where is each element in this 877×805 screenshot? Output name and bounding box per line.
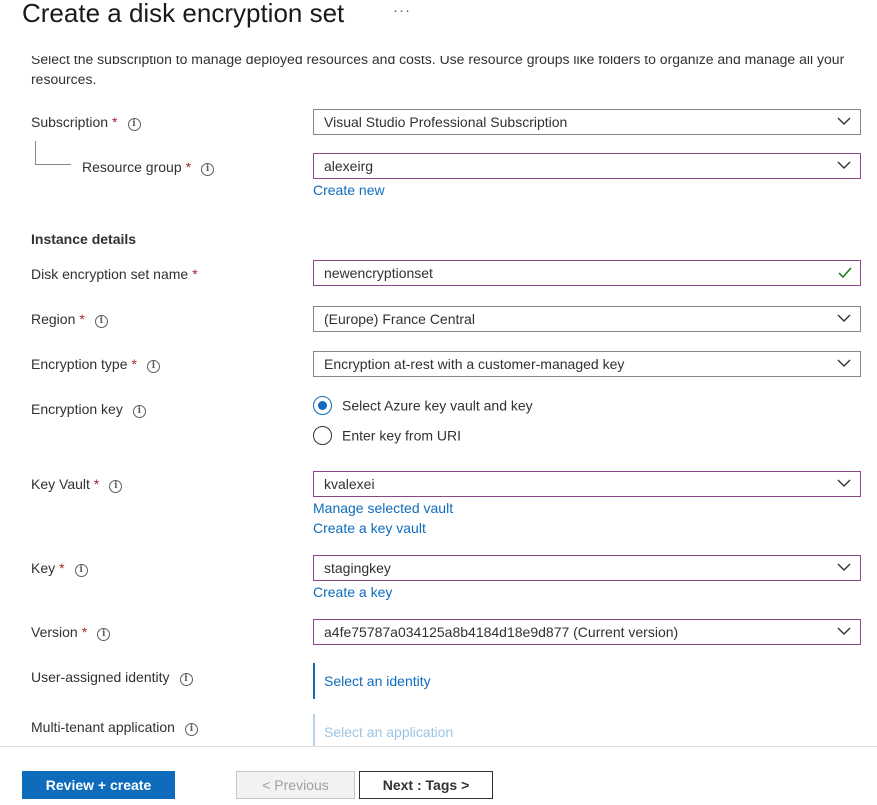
resource-group-value: alexeirg (324, 158, 374, 174)
version-value: a4fe75787a034125a8b4184d18e9d877 (Curren… (324, 624, 679, 640)
resource-group-dropdown[interactable]: alexeirg (313, 153, 861, 179)
info-icon[interactable]: i (184, 723, 198, 736)
info-icon[interactable]: i (201, 163, 215, 176)
create-key-link[interactable]: Create a key (313, 584, 392, 600)
next-tags-button[interactable]: Next : Tags > (359, 771, 493, 799)
application-label: Multi-tenant application i (31, 719, 198, 736)
key-label: Key * i (31, 560, 88, 577)
chevron-down-icon (837, 161, 851, 169)
encryption-key-label: Encryption key i (31, 401, 146, 418)
application-label-text: Multi-tenant application (31, 719, 175, 735)
previous-button: < Previous (236, 771, 355, 799)
info-icon[interactable]: i (127, 118, 141, 131)
required-marker: * (79, 311, 85, 327)
chevron-down-icon (837, 359, 851, 367)
version-label: Version * i (31, 624, 111, 641)
radio-selected-icon[interactable] (313, 396, 332, 415)
key-vault-label-text: Key Vault (31, 476, 90, 492)
encryption-type-dropdown[interactable]: Encryption at-rest with a customer-manag… (313, 351, 861, 377)
encryption-set-name-value: newencryptionset (324, 265, 433, 281)
key-vault-label: Key Vault * i (31, 476, 123, 493)
required-marker: * (192, 266, 198, 282)
required-marker: * (59, 560, 65, 576)
info-icon[interactable]: i (74, 564, 88, 577)
region-value: (Europe) France Central (324, 311, 475, 327)
select-application-link[interactable]: Select an application (313, 714, 453, 750)
encryption-set-name-label: Disk encryption set name * (31, 266, 198, 282)
info-icon[interactable]: i (109, 480, 123, 493)
region-label-text: Region (31, 311, 76, 327)
encryption-set-name-input[interactable]: newencryptionset (313, 260, 861, 286)
subscription-label: Subscription * i (31, 114, 141, 131)
info-icon[interactable]: i (146, 360, 160, 373)
region-dropdown[interactable]: (Europe) France Central (313, 306, 861, 332)
radio-azure-key-vault[interactable]: Select Azure key vault and key (313, 396, 533, 416)
create-new-resource-group-link[interactable]: Create new (313, 182, 385, 198)
key-vault-value: kvalexei (324, 476, 375, 492)
footer-bar: Review + create < Previous Next : Tags > (0, 746, 877, 805)
checkmark-icon (838, 267, 852, 278)
key-value: stagingkey (324, 560, 391, 576)
encryption-type-label: Encryption type * i (31, 356, 160, 373)
required-marker: * (93, 476, 100, 492)
scroll-mask (0, 36, 877, 56)
key-vault-dropdown[interactable]: kvalexei (313, 471, 861, 497)
tree-connector (35, 141, 71, 165)
region-label: Region * i (31, 311, 108, 328)
identity-label-text: User-assigned identity (31, 669, 170, 685)
required-marker: * (185, 159, 192, 175)
chevron-down-icon (837, 627, 851, 635)
info-icon[interactable]: i (97, 628, 111, 641)
resource-group-label-text: Resource group (82, 159, 182, 175)
chevron-down-icon (837, 314, 851, 322)
more-options-button[interactable]: ··· (393, 2, 411, 19)
subscription-label-text: Subscription (31, 114, 109, 130)
radio-key-from-uri-label: Enter key from URI (342, 427, 462, 444)
encryption-type-value: Encryption at-rest with a customer-manag… (324, 356, 625, 372)
review-create-button[interactable]: Review + create (22, 771, 175, 799)
key-label-text: Key (31, 560, 56, 576)
instance-details-heading: Instance details (31, 231, 137, 247)
radio-azure-key-vault-label: Select Azure key vault and key (342, 397, 533, 414)
create-key-vault-link[interactable]: Create a key vault (313, 520, 426, 536)
radio-unselected-icon[interactable] (313, 426, 332, 445)
info-icon[interactable]: i (94, 315, 108, 328)
page-title: Create a disk encryption set (22, 0, 345, 28)
required-marker: * (131, 356, 137, 372)
version-dropdown[interactable]: a4fe75787a034125a8b4184d18e9d877 (Curren… (313, 619, 861, 645)
required-marker: * (112, 114, 118, 130)
select-identity-link[interactable]: Select an identity (313, 663, 431, 699)
encryption-key-label-text: Encryption key (31, 401, 123, 417)
chevron-down-icon (837, 117, 851, 125)
chevron-down-icon (837, 479, 851, 487)
identity-label: User-assigned identity i (31, 669, 193, 686)
encryption-type-label-text: Encryption type (31, 356, 128, 372)
chevron-down-icon (837, 563, 851, 571)
info-icon[interactable]: i (132, 405, 146, 418)
key-dropdown[interactable]: stagingkey (313, 555, 861, 581)
info-icon[interactable]: i (179, 673, 193, 686)
radio-key-from-uri[interactable]: Enter key from URI (313, 426, 461, 446)
resource-group-label: Resource group * i (82, 159, 215, 176)
subscription-dropdown[interactable]: Visual Studio Professional Subscription (313, 109, 861, 135)
version-label-text: Version (31, 624, 78, 640)
manage-selected-vault-link[interactable]: Manage selected vault (313, 500, 453, 516)
encryption-set-name-label-text: Disk encryption set name (31, 266, 189, 282)
subscription-value: Visual Studio Professional Subscription (324, 114, 568, 130)
required-marker: * (81, 624, 88, 640)
